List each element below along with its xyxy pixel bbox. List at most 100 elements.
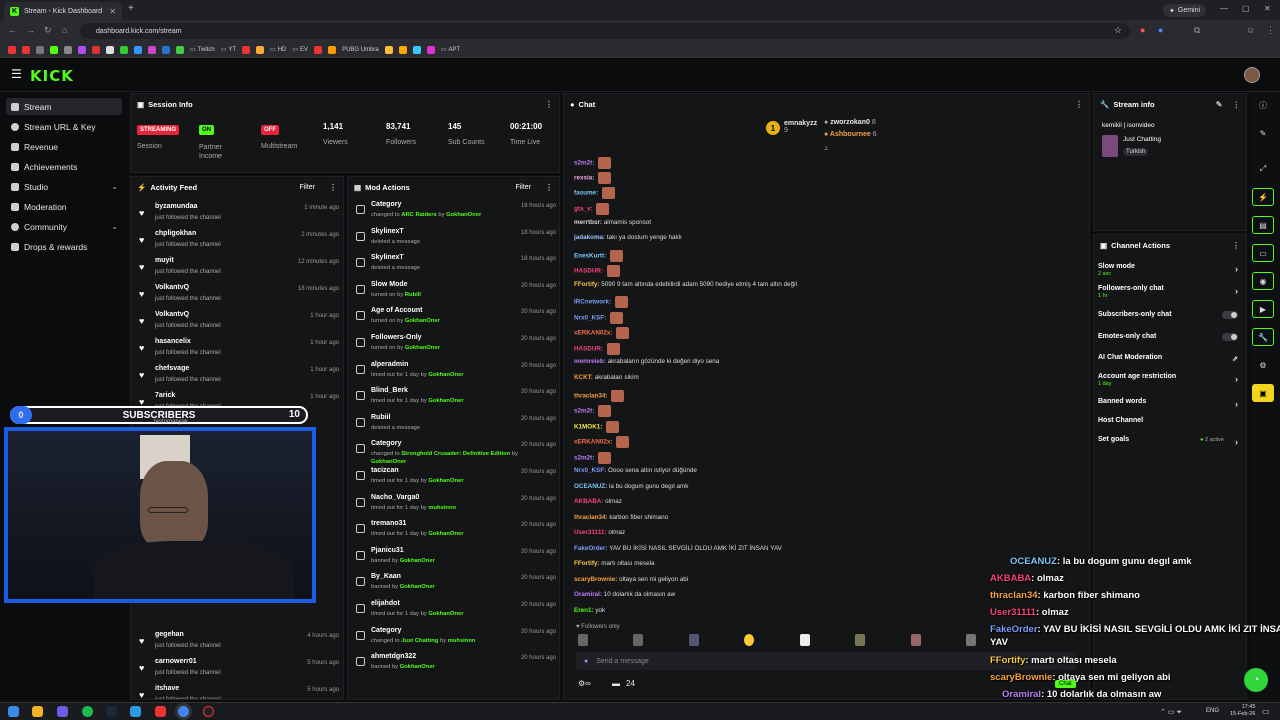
bookmark-icon[interactable] [8, 45, 16, 54]
ai-chat-moderation-row[interactable]: AI Chat Moderation ⇗ [1098, 354, 1238, 363]
kick-logo[interactable]: KICK [30, 67, 74, 85]
url-field[interactable]: dashboard.kick.com/stream [80, 23, 1130, 39]
more-options-icon[interactable]: ⋮ [1075, 100, 1083, 109]
slow-mode-row[interactable]: Slow mode 2 sec › [1098, 263, 1238, 277]
mod-action-item[interactable]: Slow Mode turned on by Rubill 20 hours ago [356, 281, 556, 308]
maximize-icon[interactable]: ▢ [1242, 4, 1250, 13]
chat-message[interactable]: xERKAN02x: [574, 436, 630, 448]
chat-message[interactable]: AKBABA: olmaz [574, 498, 622, 505]
back-icon[interactable]: ← [8, 25, 17, 35]
chat-username[interactable]: FakeOrder: [574, 545, 608, 552]
emote-icon[interactable] [633, 634, 644, 646]
second-gifter[interactable]: ● zworzokan0 8 [824, 119, 876, 126]
clock[interactable]: 17:45 15-Feb-26 [1230, 704, 1255, 718]
chat-message[interactable]: merrtbsr: almamis sponsot [574, 219, 651, 226]
bookmark-folder-apt[interactable]: ▭ APT [441, 46, 460, 54]
chat-username[interactable]: EnesKurtt: [574, 253, 606, 260]
chat-message[interactable]: OCEANUZ: la bu dogum gunu degıl amk [574, 483, 688, 490]
app-icon[interactable] [155, 706, 166, 717]
bookmark-icon[interactable] [256, 45, 265, 54]
chat-message[interactable]: fasume: [574, 187, 615, 199]
sidebar-item-achievements[interactable]: Achievements [6, 158, 122, 175]
bookmark-icon[interactable] [92, 45, 100, 54]
bookmark-icon[interactable] [162, 45, 170, 54]
activity-feed-item[interactable]: ♥ byzamundaa just followed the channel 1 mi… [139, 203, 339, 230]
host-channel-row[interactable]: Host Channel [1098, 417, 1238, 424]
chat-username[interactable]: s2m2t: [574, 455, 594, 462]
mod-action-item[interactable]: SkylinexT deleted a message 18 hours ago [356, 228, 556, 255]
sidebar-item-community[interactable]: Community ⌄ [6, 218, 122, 235]
bookmark-icon[interactable] [384, 45, 393, 54]
start-icon[interactable] [8, 706, 19, 717]
mod-action-item[interactable]: ahmetdgn322 banned by GokhanOner 20 hours … [356, 653, 556, 680]
activity-feed-item[interactable]: ♥ VolkantvQ just followed the channel 18 mi… [139, 284, 339, 311]
chat-username[interactable]: scaryBrownie: [574, 576, 617, 583]
bookmark-icon[interactable] [36, 45, 44, 54]
bookmark-folder-ev[interactable]: ▭ EV [292, 46, 308, 54]
followers-only-row[interactable]: Followers-only chat 1 hr › [1098, 285, 1238, 299]
sidebar-item-moderation[interactable]: Moderation [6, 198, 122, 215]
chat-message[interactable]: IRCnetwork: [574, 296, 628, 308]
bookmark-icon[interactable] [134, 45, 142, 54]
language-indicator[interactable]: ENG [1206, 708, 1219, 714]
mod-action-item[interactable]: tremano31 timed out for 1 day by GokhanOn… [356, 520, 556, 547]
notifications-icon[interactable]: ▭ [1262, 707, 1270, 716]
chat-message[interactable]: xERKAN02x: [574, 327, 630, 339]
mod-action-item[interactable]: Category changed to Just Chatting by muhs… [356, 627, 556, 654]
browser-menu-icon[interactable]: ⋮ [1266, 25, 1275, 36]
chat-username[interactable]: K1MOK1: [574, 424, 602, 431]
stream-tag[interactable]: Turkish [1123, 148, 1149, 156]
chat-send-button[interactable]: Chat [1055, 680, 1076, 688]
activity-feed-item[interactable]: ♥ chpligokhan just followed the channel 2 m… [139, 230, 339, 257]
app-icon[interactable] [57, 706, 68, 717]
chat-message[interactable]: thraclan34: [574, 390, 625, 402]
emote-icon[interactable] [910, 634, 921, 646]
mod-action-item[interactable]: Age of Account turned on by GokhanOner 20 … [356, 307, 556, 334]
bookmark-icon[interactable] [176, 45, 184, 54]
gemini-button[interactable]: ✦ Gemini [1163, 4, 1207, 17]
emote-icon[interactable] [855, 634, 866, 646]
mod-action-item[interactable]: Followers-Only turned on by GokhanOner 20 … [356, 334, 556, 361]
chat-tool-icon[interactable]: ▭ [1252, 244, 1274, 262]
reload-icon[interactable]: ↻ [44, 25, 52, 36]
bookmark-icon[interactable] [412, 45, 421, 54]
mod-action-item[interactable]: Blind_Berk timed out for 1 day by GokhanO… [356, 387, 556, 414]
chat-message[interactable]: Nrx0_KSF: [574, 312, 623, 324]
mod-action-item[interactable]: Rubiil deleted a message 20 hours ago [356, 414, 556, 441]
chat-message[interactable]: jadakoma: takı ya dostum yenge haklı [574, 234, 682, 241]
chat-username[interactable]: FFortify: [574, 560, 600, 567]
chat-username[interactable]: User31111: [574, 529, 607, 536]
bookmark-star-icon[interactable]: ☆ [1114, 25, 1122, 36]
app-icon[interactable] [130, 706, 141, 717]
obs-icon[interactable] [203, 706, 214, 717]
bookmark-icon[interactable] [50, 45, 58, 54]
close-tab-icon[interactable]: ✕ [109, 7, 116, 16]
chat-message[interactable]: FakeOrder: YAV BU İKİSİ NASIL SEVGİLİ OL… [574, 545, 782, 552]
chat-message[interactable]: s2m2t: [574, 405, 612, 417]
chat-username[interactable]: KCKT: [574, 374, 593, 381]
mod-action-item[interactable]: Nacho_Varga0 timed out for 1 day by muhsi… [356, 494, 556, 521]
mic-icon[interactable]: ● [584, 658, 588, 665]
hamburger-menu-icon[interactable]: ☰ [11, 67, 22, 81]
profile-icon[interactable]: ☺ [1246, 25, 1255, 35]
chat-username[interactable]: jadakoma: [574, 234, 605, 241]
extension-icon[interactable]: ● [1140, 25, 1145, 35]
activity-feed-item[interactable]: ♥ muyit just followed the channel 12 minute… [139, 257, 339, 284]
chat-message[interactable]: Eren1: yok [574, 607, 605, 614]
bolt-tool-icon[interactable]: ⚡ [1252, 188, 1274, 206]
tray-icons[interactable]: ⌃ ▭ ⏷ [1160, 708, 1182, 717]
chat-username[interactable]: FFortify: [574, 281, 600, 288]
settings-tool-icon[interactable]: ⚙ [1252, 356, 1274, 374]
sidebar-item-studio[interactable]: Studio ⌄ [6, 178, 122, 195]
chat-username[interactable]: gta_v: [574, 206, 593, 213]
account-age-row[interactable]: Account age restriction 1 day › [1098, 373, 1238, 387]
emotes-only-toggle[interactable] [1222, 333, 1238, 341]
chat-message[interactable]: gta_v: [574, 203, 610, 215]
bookmark-icon[interactable] [148, 45, 156, 54]
bookmark-icon[interactable] [426, 45, 435, 54]
chat-username[interactable]: OCEANUZ: [574, 483, 607, 490]
activity-feed-item[interactable]: ♥ VolkantvQ just followed the channel 1 hou… [139, 311, 339, 338]
chrome-icon[interactable] [178, 706, 189, 717]
chat-username[interactable]: xERKAN02x: [574, 439, 613, 446]
filter-button[interactable]: Filter [515, 184, 531, 191]
